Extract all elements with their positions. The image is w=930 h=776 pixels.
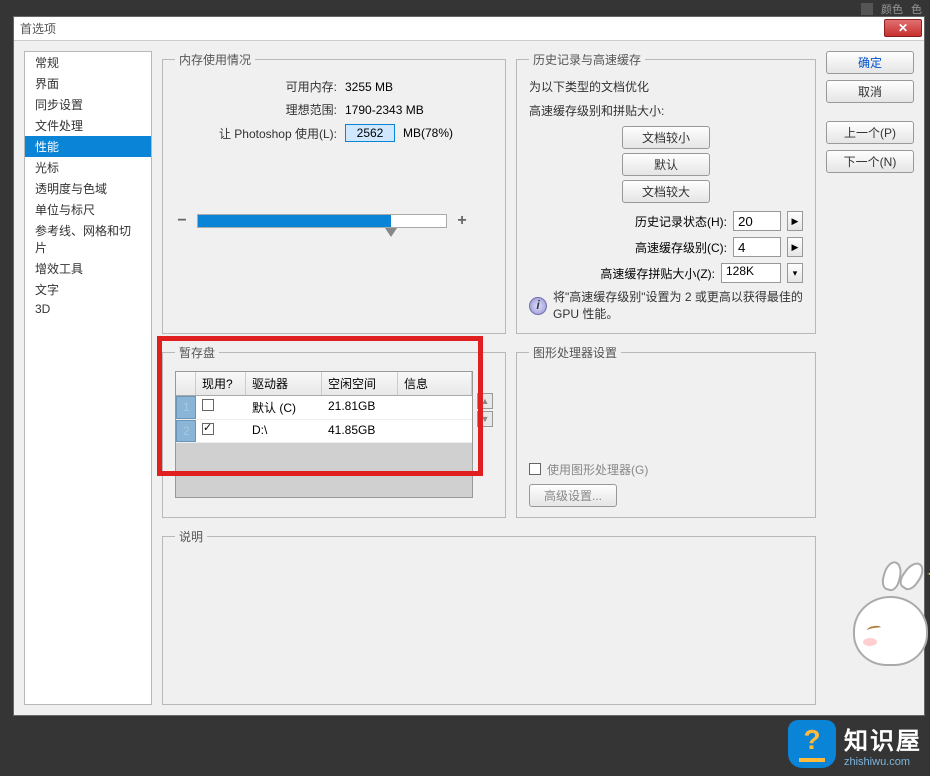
topbar-swatch-icon [861, 3, 873, 15]
scratch-disk-table: 现用? 驱动器 空闲空间 信息 1 默认 (C) 21.81GB [175, 371, 473, 498]
available-memory-label: 可用内存: [175, 78, 345, 95]
sidebar-item-units[interactable]: 单位与标尺 [25, 199, 151, 220]
sidebar-item-general[interactable]: 常规 [25, 52, 151, 73]
reorder-buttons: ▲ ▼ [477, 371, 493, 498]
scratch-legend: 暂存盘 [175, 344, 219, 361]
sidebar-item-cursors[interactable]: 光标 [25, 157, 151, 178]
memory-legend: 内存使用情况 [175, 51, 255, 68]
table-row[interactable]: 2 D:\ 41.85GB [176, 420, 472, 443]
slider-plus-icon[interactable]: + [455, 212, 469, 230]
cache-levels-label: 高速缓存级别(C): [635, 239, 727, 256]
topbar-color: 颜色 [881, 1, 903, 17]
sidebar-item-interface[interactable]: 界面 [25, 73, 151, 94]
description-legend: 说明 [175, 528, 207, 545]
history-states-input[interactable] [733, 211, 781, 231]
main-column: 内存使用情况 可用内存: 3255 MB 理想范围: 1790-2343 MB … [162, 51, 816, 705]
table-row[interactable]: 1 默认 (C) 21.81GB [176, 396, 472, 420]
logo-text-en: zhishiwu.com [844, 756, 922, 768]
col-free: 空闲空间 [322, 372, 398, 395]
dialog-title: 首选项 [20, 20, 56, 37]
use-gpu-label: 使用图形处理器(G) [547, 461, 648, 478]
doc-large-button[interactable]: 文档较大 [622, 180, 710, 203]
info-icon: i [529, 297, 547, 315]
memory-fieldset: 内存使用情况 可用内存: 3255 MB 理想范围: 1790-2343 MB … [162, 51, 506, 334]
sidebar-item-guides[interactable]: 参考线、网格和切片 [25, 220, 151, 258]
slider-fill [198, 215, 391, 227]
gpu-advanced-button[interactable]: 高级设置... [529, 484, 617, 507]
cache-levels-input[interactable] [733, 237, 781, 257]
table-empty-area [176, 443, 472, 497]
stepper-icon[interactable]: ▶ [787, 211, 803, 231]
description-fieldset: 说明 [162, 528, 816, 705]
preferences-dialog: 首选项 ✕ 常规 界面 同步设置 文件处理 性能 光标 透明度与色域 单位与标尺… [13, 16, 925, 716]
slider-minus-icon[interactable]: − [175, 212, 189, 230]
logo-text-cn: 知识屋 [844, 721, 922, 756]
slider-thumb-icon[interactable] [385, 228, 397, 237]
doc-small-button[interactable]: 文档较小 [622, 126, 710, 149]
mascot-bunny-icon: ✦ [848, 566, 930, 666]
sidebar-item-performance[interactable]: 性能 [25, 136, 151, 157]
sidebar-item-3d[interactable]: 3D [25, 300, 151, 318]
dialog-body: 常规 界面 同步设置 文件处理 性能 光标 透明度与色域 单位与标尺 参考线、网… [14, 41, 924, 715]
let-use-label: 让 Photoshop 使用(L): [175, 125, 345, 142]
cancel-button[interactable]: 取消 [826, 80, 914, 103]
sidebar-item-type[interactable]: 文字 [25, 279, 151, 300]
sidebar-item-sync[interactable]: 同步设置 [25, 94, 151, 115]
gpu-legend: 图形处理器设置 [529, 344, 621, 361]
checkbox[interactable] [202, 399, 214, 411]
col-info: 信息 [398, 372, 472, 395]
close-icon: ✕ [898, 21, 908, 35]
table-header: 现用? 驱动器 空闲空间 信息 [176, 372, 472, 396]
use-gpu-checkbox[interactable] [529, 463, 541, 475]
memory-slider[interactable] [197, 214, 447, 228]
watermark-logo: 知识屋 zhishiwu.com [788, 720, 922, 768]
col-active: 现用? [196, 372, 246, 395]
col-drive: 驱动器 [246, 372, 322, 395]
memory-use-input[interactable] [345, 124, 395, 142]
dropdown-arrow-icon[interactable]: ▾ [787, 263, 803, 283]
ideal-range-value: 1790-2343 MB [345, 103, 424, 117]
sidebar-item-transparency[interactable]: 透明度与色域 [25, 178, 151, 199]
sidebar-item-plugins[interactable]: 增效工具 [25, 258, 151, 279]
stepper-icon[interactable]: ▶ [787, 237, 803, 257]
move-up-button[interactable]: ▲ [477, 393, 493, 409]
prev-button[interactable]: 上一个(P) [826, 121, 914, 144]
next-button[interactable]: 下一个(N) [826, 150, 914, 173]
memory-use-suffix: MB(78%) [403, 126, 453, 140]
doc-default-button[interactable]: 默认 [622, 153, 710, 176]
cache-note: 将"高速缓存级别"设置为 2 或更高以获得最佳的 GPU 性能。 [553, 289, 803, 323]
category-sidebar: 常规 界面 同步设置 文件处理 性能 光标 透明度与色域 单位与标尺 参考线、网… [24, 51, 152, 705]
sidebar-item-filehandling[interactable]: 文件处理 [25, 115, 151, 136]
ideal-range-label: 理想范围: [175, 101, 345, 118]
history-intro2: 高速缓存级别和拼贴大小: [529, 102, 803, 120]
history-states-label: 历史记录状态(H): [635, 213, 727, 230]
logo-icon [788, 720, 836, 768]
available-memory-value: 3255 MB [345, 80, 393, 94]
dialog-titlebar: 首选项 ✕ [14, 17, 924, 41]
history-fieldset: 历史记录与高速缓存 为以下类型的文档优化 高速缓存级别和拼贴大小: 文档较小 默… [516, 51, 816, 334]
gpu-fieldset: 图形处理器设置 使用图形处理器(G) 高级设置... [516, 344, 816, 518]
tile-size-label: 高速缓存拼贴大小(Z): [600, 265, 715, 282]
topbar-swatch: 色 [911, 1, 922, 17]
tile-size-select[interactable]: 128K [721, 263, 781, 283]
scratch-disk-fieldset: 暂存盘 现用? 驱动器 空闲空间 信息 1 [162, 344, 506, 518]
ok-button[interactable]: 确定 [826, 51, 914, 74]
checkbox[interactable] [202, 423, 214, 435]
close-button[interactable]: ✕ [884, 19, 922, 37]
move-down-button[interactable]: ▼ [477, 411, 493, 427]
history-intro1: 为以下类型的文档优化 [529, 78, 803, 96]
history-legend: 历史记录与高速缓存 [529, 51, 645, 68]
